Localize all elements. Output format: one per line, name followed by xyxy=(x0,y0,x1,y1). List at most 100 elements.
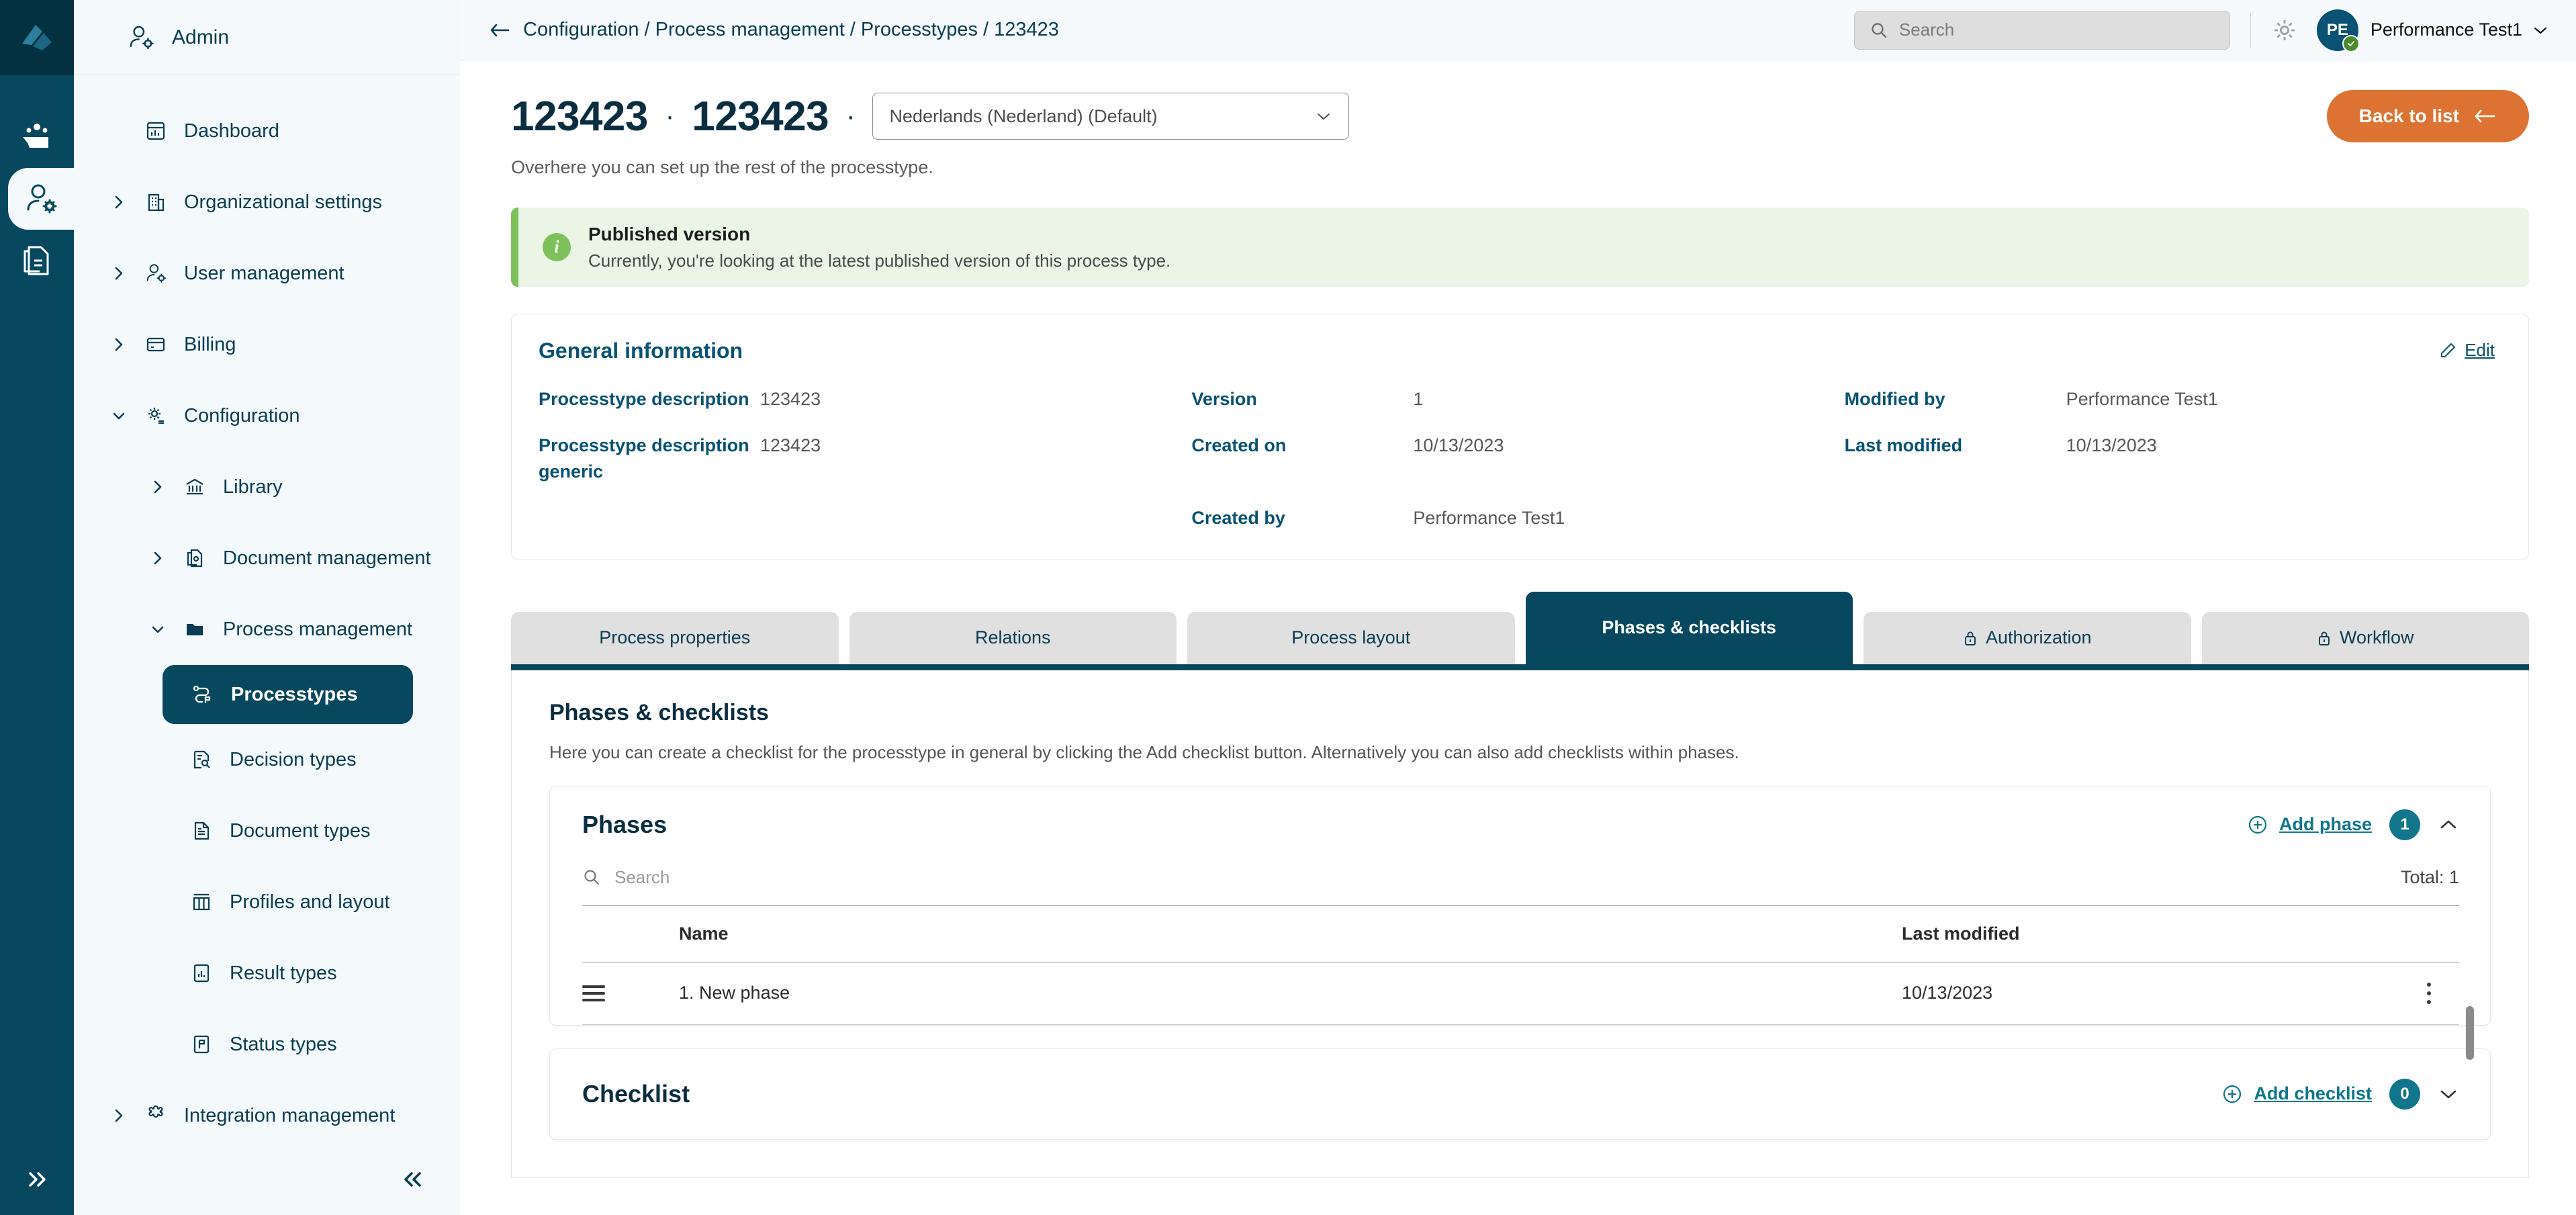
decision-icon xyxy=(188,749,215,770)
phases-search-input[interactable]: Search xyxy=(614,867,670,888)
tab-process-properties[interactable]: Process properties xyxy=(511,612,839,664)
title-separator: · xyxy=(665,101,674,132)
info-value: 10/13/2023 xyxy=(2066,433,2497,459)
sidebar-item-document-types[interactable]: Document types xyxy=(74,795,460,866)
plus-circle-icon xyxy=(2247,814,2268,836)
tab-process-layout[interactable]: Process layout xyxy=(1187,612,1515,664)
rail-item-people-folder[interactable] xyxy=(0,106,74,168)
rail-item-list xyxy=(0,75,74,291)
puzzle-icon xyxy=(142,1105,169,1126)
sidebar-item-processtypes[interactable]: Processtypes xyxy=(163,665,413,724)
sidebar-item-organizational-settings[interactable]: Organizational settings xyxy=(74,167,460,238)
sidebar-item-configuration[interactable]: Configuration xyxy=(74,380,460,451)
banner-title: Published version xyxy=(588,224,1170,245)
chevron-down-icon xyxy=(110,409,128,422)
tab-authorization[interactable]: Authorization xyxy=(1864,612,2191,664)
documents-icon xyxy=(21,243,53,278)
chevron-down-icon[interactable] xyxy=(2438,1087,2459,1101)
gear-icon[interactable] xyxy=(2271,17,2298,44)
chevron-right-icon xyxy=(149,478,167,496)
sidebar-item-status-types[interactable]: Status types xyxy=(74,1009,460,1080)
sidebar-item-label: Result types xyxy=(230,962,337,985)
edit-button[interactable]: Edit xyxy=(2439,340,2495,361)
search-input[interactable]: Search xyxy=(1854,11,2230,50)
back-to-list-label: Back to list xyxy=(2359,105,2459,127)
chevron-right-icon xyxy=(110,193,128,211)
flag-doc-icon xyxy=(188,1034,215,1055)
col-last-modified-header[interactable]: Last modified xyxy=(1902,905,2399,962)
checklist-actions: Add checklist 0 xyxy=(2221,1079,2459,1110)
page-title-row: 123423 · 123423 · Nederlands (Nederland)… xyxy=(511,90,2529,142)
sidebar-item-process-management[interactable]: Process management xyxy=(74,594,460,665)
phases-actions: Add phase 1 xyxy=(2247,809,2459,840)
info-key: Modified by xyxy=(1845,386,2066,412)
banner-text-block: Published version Currently, you're look… xyxy=(588,224,1170,271)
phases-table-wrap: Name Last modified xyxy=(582,905,2459,1025)
sidebar-collapse-button[interactable] xyxy=(401,1169,425,1189)
add-checklist-button[interactable]: Add checklist xyxy=(2221,1083,2372,1105)
tab-relations[interactable]: Relations xyxy=(849,612,1177,664)
brand-logo-icon[interactable] xyxy=(0,0,74,75)
tab-underline xyxy=(511,664,2529,670)
check-circle-icon xyxy=(2342,35,2360,52)
user-name[interactable]: Performance Test1 xyxy=(2371,19,2522,40)
col-name-header[interactable]: Name xyxy=(631,905,1902,962)
info-value: 123423 xyxy=(760,386,1191,412)
sidebar-header: Admin xyxy=(74,0,460,75)
app-root: Admin Dashboard Organizational settings xyxy=(0,0,2576,1215)
panel-description: Here you can create a checklist for the … xyxy=(549,742,2491,763)
folder-icon xyxy=(181,619,208,640)
chevron-right-icon xyxy=(110,336,128,353)
checklist-count-badge: 0 xyxy=(2389,1079,2420,1110)
phases-checklists-panel: Phases & checklists Here you can create … xyxy=(511,670,2529,1178)
tab-phases-and-checklists[interactable]: Phases & checklists xyxy=(1526,592,1853,664)
sidebar-item-result-types[interactable]: Result types xyxy=(74,938,460,1009)
chevron-down-icon[interactable] xyxy=(2532,24,2549,36)
sidebar-item-billing[interactable]: Billing xyxy=(74,309,460,380)
rail-expand-button[interactable] xyxy=(0,1169,74,1189)
phases-scrollbar[interactable] xyxy=(2466,1006,2474,1060)
drag-handle-icon[interactable] xyxy=(582,962,631,1024)
breadcrumb[interactable]: Configuration / Process management / Pro… xyxy=(523,19,1059,41)
sidebar-item-integration-management[interactable]: Integration management xyxy=(74,1080,460,1151)
sidebar-item-dashboard[interactable]: Dashboard xyxy=(74,95,460,167)
kebab-menu-icon[interactable] xyxy=(2399,962,2459,1024)
rail-item-admin[interactable] xyxy=(8,168,74,230)
add-phase-button[interactable]: Add phase xyxy=(2247,814,2372,836)
user-gear-icon xyxy=(142,263,169,284)
chevron-right-icon xyxy=(110,265,128,282)
phases-section-header: Phases Add phase 1 xyxy=(550,786,2490,860)
info-key: Version xyxy=(1191,386,1413,412)
sidebar-item-profiles-and-layout[interactable]: Profiles and layout xyxy=(74,866,460,938)
sidebar-item-label: Organizational settings xyxy=(184,191,382,214)
sidebar-item-decision-types[interactable]: Decision types xyxy=(74,724,460,795)
arrow-left-icon[interactable] xyxy=(488,21,511,39)
sidebar-item-label: Document management xyxy=(223,547,431,570)
table-row[interactable]: 1. New phase 10/13/2023 xyxy=(582,962,2459,1024)
row-name[interactable]: 1. New phase xyxy=(631,962,1902,1024)
title-trailing-dot: · xyxy=(846,101,855,132)
info-value: 123423 xyxy=(760,433,1191,459)
rail-item-documents[interactable] xyxy=(0,230,74,291)
library-icon xyxy=(181,476,208,498)
info-key: Last modified xyxy=(1845,433,2066,459)
tab-workflow[interactable]: Workflow xyxy=(2202,612,2530,664)
checklist-section: Checklist Add checklist 0 xyxy=(549,1048,2491,1140)
phases-section: Phases Add phase 1 xyxy=(549,786,2491,1026)
chart-doc-icon xyxy=(188,962,215,984)
sidebar-item-label: Document types xyxy=(230,820,371,842)
language-select[interactable]: Nederlands (Nederland) (Default) xyxy=(872,93,1349,140)
phases-search-row: Search Total: 1 xyxy=(582,860,2459,905)
avatar[interactable]: PE xyxy=(2317,9,2358,51)
sidebar-item-document-management[interactable]: Document management xyxy=(74,523,460,594)
tab-label: Phases & checklists xyxy=(1602,617,1776,638)
sidebar-item-label: Billing xyxy=(184,334,236,356)
plus-circle-icon xyxy=(2221,1083,2243,1105)
table-header-row: Name Last modified xyxy=(582,905,2459,962)
sidebar-item-library[interactable]: Library xyxy=(74,451,460,523)
back-to-list-button[interactable]: Back to list xyxy=(2327,90,2529,142)
info-key: Created on xyxy=(1191,433,1413,459)
phases-total-label: Total: 1 xyxy=(2401,867,2459,888)
sidebar-item-user-management[interactable]: User management xyxy=(74,238,460,309)
chevron-up-icon[interactable] xyxy=(2438,817,2459,832)
